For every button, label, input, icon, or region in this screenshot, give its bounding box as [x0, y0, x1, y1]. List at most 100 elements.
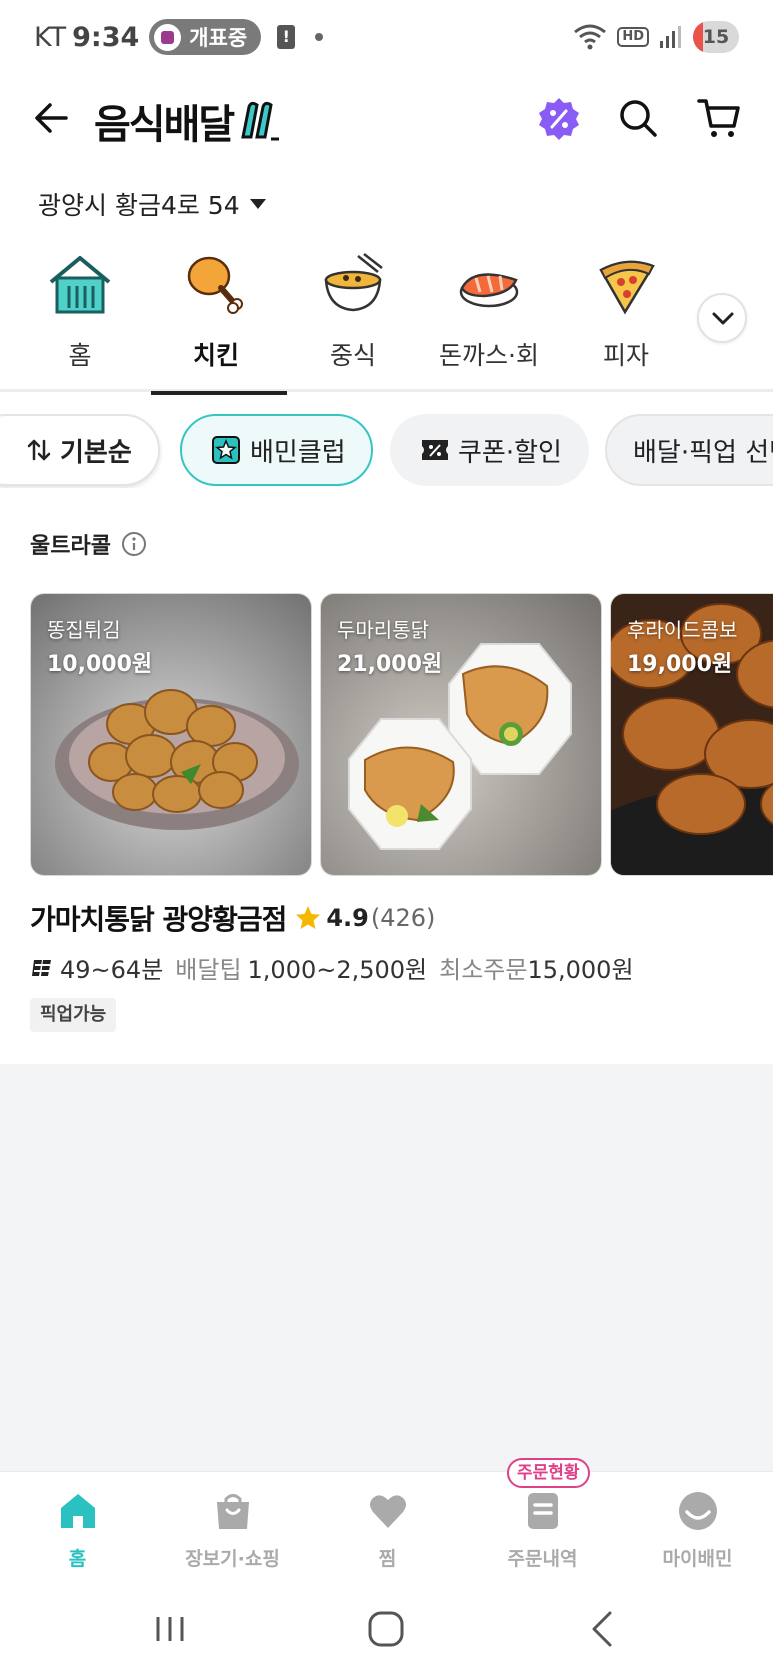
signal-icon [660, 26, 681, 48]
section-title: 울트라콜 [30, 534, 111, 559]
menu-price: 10,000원 [47, 652, 153, 677]
star-icon [296, 906, 321, 929]
home-icon [61, 1494, 95, 1528]
page-title: 음식배달 [94, 102, 235, 148]
nav-label: 주문내역 [507, 1548, 578, 1570]
category-tab-chinese[interactable]: 중식 [288, 252, 418, 392]
coupon-ticket-icon [422, 440, 448, 460]
notification-dot-icon [315, 33, 324, 41]
delivery-label: 배달·픽업 선택 [633, 437, 773, 468]
section-header: 울트라콜 [30, 528, 147, 560]
election-badge-icon [154, 23, 182, 51]
hd-voice-icon: HD [617, 27, 649, 47]
menu-price: 19,000원 [627, 652, 733, 677]
search-icon[interactable] [616, 96, 660, 140]
back-arrow-icon[interactable] [30, 96, 74, 140]
menu-price: 21,000원 [337, 652, 443, 677]
menu-name: 똥집튀김 [47, 618, 121, 642]
info-icon[interactable] [121, 531, 147, 557]
coupon-discount-chip[interactable]: 쿠폰·할인 [390, 414, 589, 486]
heart-icon [370, 1495, 406, 1528]
bottom-nav: 홈 장보기·쇼핑 찜 주문현황 주문내역 마이배민 [0, 1458, 773, 1584]
menu-carousel[interactable]: 똥집튀김 10,000원 두마리통닭 21,000원 후라이드콤보 19,000… [30, 593, 773, 876]
app-header: 음식배달 [0, 82, 773, 154]
wifi-icon [574, 24, 607, 50]
carrier-label: KT [34, 21, 67, 53]
caret-down-icon [249, 199, 266, 209]
nav-label: 장보기·쇼핑 [185, 1548, 280, 1570]
battery-level: 15 [702, 26, 730, 48]
category-label: 홈 [68, 341, 92, 370]
receipt-icon [528, 1493, 558, 1529]
nav-favorites[interactable]: 찜 [310, 1472, 465, 1584]
menu-card[interactable]: 똥집튀김 10,000원 [30, 593, 312, 876]
min-order-value: 15,000원 [527, 956, 634, 984]
brand: 음식배달 [94, 92, 283, 150]
tip-label: 배달팁 [175, 956, 242, 984]
active-tab-indicator [151, 391, 287, 395]
utensils-logo-icon [241, 101, 280, 141]
chicken-icon [187, 256, 243, 314]
nav-my-baemin[interactable]: 마이배민 [620, 1472, 773, 1584]
store-title-row[interactable]: 가마치통닭 광양황금점 4.9 (426) [30, 898, 435, 938]
battery-alert-icon: ! [277, 25, 296, 49]
nav-home[interactable]: 홈 [0, 1472, 155, 1584]
shopping-bag-icon [217, 1494, 249, 1529]
menu-name: 두마리통닭 [337, 618, 429, 642]
category-tab-chicken[interactable]: 치킨 [151, 252, 287, 395]
clock: 9:34 [72, 21, 140, 53]
battery-indicator: 15 [693, 21, 739, 53]
delivery-time: 49~64분 [60, 956, 164, 984]
address-selector[interactable]: 광양시 황금4로 54 [38, 186, 266, 222]
nav-shopping[interactable]: 장보기·쇼핑 [155, 1472, 310, 1584]
sort-label: 기본순 [60, 437, 132, 468]
category-label: 중식 [329, 341, 376, 370]
expand-categories-button[interactable] [697, 293, 747, 343]
chevron-down-icon [712, 312, 734, 325]
delivery-rider-icon [32, 959, 51, 976]
sushi-icon [459, 273, 519, 308]
live-status-pill[interactable]: 개표중 [149, 19, 262, 55]
home-button-icon[interactable] [364, 1607, 408, 1651]
menu-name: 후라이드콤보 [627, 618, 738, 642]
category-tabs: 홈 치킨 중식 돈까스·회 피자 [0, 252, 773, 395]
filter-chips: 기본순 배민클럽 쿠폰·할인 배달·픽업 선택 [0, 414, 773, 488]
pizza-icon [599, 260, 655, 315]
noodle-bowl-icon [324, 253, 383, 312]
category-label: 돈까스·회 [439, 341, 539, 370]
category-tab-pizza[interactable]: 피자 [561, 252, 691, 392]
profile-smile-icon [679, 1492, 717, 1530]
tip-value: 1,000~2,500원 [247, 956, 428, 984]
menu-card[interactable]: 후라이드콤보 19,000원 [610, 593, 773, 876]
menu-card[interactable]: 두마리통닭 21,000원 [320, 593, 602, 876]
baemin-club-chip[interactable]: 배민클럽 [180, 414, 373, 486]
empty-list-area [0, 1064, 773, 1471]
status-right: HD 15 [573, 20, 739, 54]
category-tab-cutlet-sashimi[interactable]: 돈까스·회 [424, 252, 554, 392]
category-label: 치킨 [192, 341, 239, 370]
order-status-bubble[interactable]: 주문현황 [507, 1458, 590, 1488]
min-order-label: 최소주문 [439, 956, 528, 984]
club-star-icon [212, 436, 240, 464]
address-text: 광양시 황금4로 54 [38, 191, 240, 220]
system-back-icon[interactable] [582, 1607, 626, 1651]
discount-badge-icon[interactable] [536, 96, 582, 142]
cart-icon[interactable] [696, 96, 742, 140]
store-meta: 49~64분 배달팁 1,000~2,500원 최소주문 15,000원 [30, 950, 634, 985]
recent-apps-icon[interactable] [148, 1607, 192, 1651]
category-tab-home[interactable]: 홈 [15, 252, 145, 392]
system-nav-bar [0, 1583, 773, 1675]
status-left: KT 9:34 개표중 ! [34, 19, 324, 55]
category-label: 피자 [602, 341, 649, 370]
nav-label: 홈 [68, 1548, 87, 1570]
sort-chip[interactable]: 기본순 [0, 414, 160, 486]
nav-label: 마이배민 [662, 1548, 733, 1570]
delivery-pickup-chip[interactable]: 배달·픽업 선택 [605, 414, 773, 486]
club-label: 배민클럽 [250, 437, 346, 468]
status-bar: KT 9:34 개표중 ! HD 15 [0, 0, 773, 72]
sort-arrows-icon [27, 439, 51, 461]
store-rating: 4.9 [326, 904, 369, 932]
live-status-text: 개표중 [189, 26, 248, 50]
nav-orders[interactable]: 주문현황 주문내역 [465, 1458, 620, 1584]
pickup-badge: 픽업가능 [30, 998, 117, 1032]
